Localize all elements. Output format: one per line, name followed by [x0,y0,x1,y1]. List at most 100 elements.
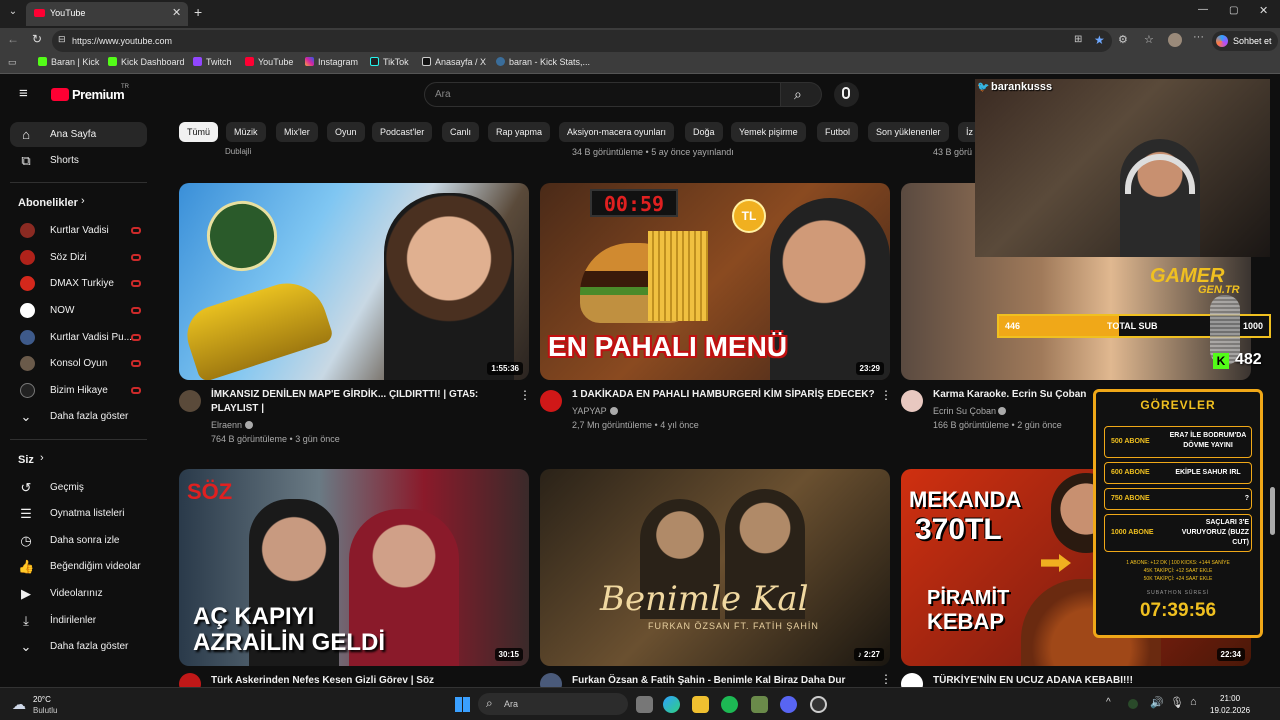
channel-avatar[interactable] [179,390,201,412]
app-available-icon[interactable]: ⊞ [1074,34,1082,45]
taskbar-search[interactable]: ⌕ Ara [478,693,628,715]
extensions-icon[interactable]: ⚙ [1118,33,1128,46]
you-header[interactable]: Siz › [10,448,147,473]
bookmark-kick-dashboard[interactable]: Kick Dashboard [108,57,185,67]
bookmark-kick[interactable]: Baran | Kick [38,57,99,67]
restore-button[interactable]: ▢ [1229,5,1238,16]
sidebar-item-watch-later[interactable]: ◷ Daha sonra izle [10,528,147,553]
tray-icon[interactable] [1128,699,1138,709]
sidebar-item-subscription[interactable]: Konsol Oyun [10,351,147,376]
bookmark-kick-stats[interactable]: baran - Kick Stats,... [496,57,590,67]
microphone-tray-icon[interactable]: 🎙 [1170,696,1184,709]
obs-icon[interactable] [810,696,827,713]
sidebar-item-subscription[interactable]: Kurtlar Vadisi Pu... [10,325,147,350]
tray-chevron-icon[interactable]: ^ [1106,697,1111,708]
search-input[interactable]: Ara [435,89,451,100]
bookmark-instagram[interactable]: Instagram [305,57,358,67]
discord-icon[interactable] [780,696,797,713]
minimize-button[interactable]: — [1198,4,1208,15]
site-info-icon[interactable]: ⊟ [58,34,66,45]
channel-name[interactable]: YAPYAP [572,404,607,418]
chip-recently-uploaded[interactable]: Son yüklenenler [868,122,949,142]
clock-time[interactable]: 21:00 [1220,694,1240,703]
clock-date[interactable]: 19.02.2026 [1210,706,1250,715]
chip-all[interactable]: Tümü [179,122,219,142]
spotify-icon[interactable] [721,696,738,713]
profile-avatar[interactable] [1168,33,1182,47]
chip-nature[interactable]: Doğa [685,122,723,142]
video-title[interactable]: 1 DAKİKADA EN PAHALI HAMBURGERİ KİM SİPA… [572,388,875,402]
close-window-button[interactable]: ✕ [1259,4,1268,17]
video-title[interactable]: TÜRKİYE'NİN EN UCUZ ADANA KEBABI!!! [933,674,1133,687]
search-button[interactable]: ⌕ [781,82,822,107]
channel-avatar[interactable] [901,390,923,412]
hamburger-menu-icon[interactable]: ≡ [19,85,28,102]
bookmark-twitch[interactable]: Twitch [193,57,232,67]
start-button[interactable] [455,697,470,712]
sidebar-item-home[interactable]: ⌂ Ana Sayfa [10,122,147,147]
channel-name[interactable]: Elraenn [211,418,242,432]
scrollbar-thumb[interactable] [1270,487,1275,535]
video-thumbnail[interactable]: SÖZ AÇ KAPIYI AZRAİLİN GELDİ 30:15 [179,469,529,666]
channel-avatar[interactable] [901,673,923,687]
chip-cooking[interactable]: Yemek pişirme [731,122,806,142]
subscriptions-header[interactable]: Abonelikler › [10,191,147,216]
chip-music[interactable]: Müzik [226,122,266,142]
show-more-you[interactable]: ⌄ Daha fazla göster [10,634,147,659]
chip-mixes[interactable]: Mix'ler [276,122,318,142]
chip-action-adventure[interactable]: Aksiyon-macera oyunları [559,122,675,142]
app-icon[interactable] [751,696,768,713]
file-explorer-icon[interactable] [692,696,709,713]
show-more-subscriptions[interactable]: ⌄ Daha fazla göster [10,404,147,429]
sidebar-item-history[interactable]: ↺ Geçmiş [10,475,147,500]
sidebar-item-liked-videos[interactable]: 👍 Beğendiğim videolar [10,554,147,579]
sidebar-item-shorts[interactable]: ⧉ Shorts [10,148,147,173]
back-icon[interactable]: ← [7,32,19,46]
channel-avatar[interactable] [540,673,562,687]
network-icon[interactable]: ⌂ [1190,696,1197,708]
channel-name[interactable]: Ecrin Su Çoban [933,404,996,418]
channel-avatar[interactable] [179,673,201,687]
tab-list-button[interactable]: ⌄ [6,6,20,20]
new-tab-button[interactable]: + [194,4,202,20]
more-menu-icon[interactable]: ··· [1193,31,1204,43]
bookmark-x[interactable]: Anasayfa / X [422,57,486,67]
video-thumbnail[interactable]: Benimle Kal FURKAN ÖZSAN FT. FATİH ŞAHİN… [540,469,890,666]
weather-icon[interactable]: ☁ [12,696,26,713]
copilot-button[interactable]: Sohbet et [1212,31,1278,51]
chip-football[interactable]: Futbol [817,122,859,142]
video-title[interactable]: Türk Askerinden Nefes Kesen Gizli Görev … [211,674,434,687]
bookmark-tiktok[interactable]: TikTok [370,57,409,67]
sidebar-item-subscription[interactable]: DMAX Turkiye [10,271,147,296]
favorites-icon[interactable]: ☆ [1144,33,1154,46]
url-field[interactable]: ⊟ https://www.youtube.com ⊞ ★ [52,30,1112,52]
reading-list-icon[interactable]: ▭ [8,57,17,68]
more-options-icon[interactable]: ⋮ [880,388,892,402]
more-options-icon[interactable]: ⋮ [519,388,531,402]
video-thumbnail[interactable]: 1:55:36 [179,183,529,380]
video-title-line-2[interactable]: PLAYLIST | [211,402,264,416]
edge-icon[interactable] [663,696,680,713]
sidebar-item-your-videos[interactable]: ▶ Videolarınız [10,581,147,606]
voice-search-button[interactable] [834,82,859,107]
chip-live[interactable]: Canlı [442,122,480,142]
chip-rap[interactable]: Rap yapma [488,122,551,142]
chip-podcasts[interactable]: Podcast'ler [372,122,433,142]
favorite-star-icon[interactable]: ★ [1094,33,1105,47]
more-options-icon[interactable]: ⋮ [880,672,892,686]
close-tab-icon[interactable]: ✕ [172,6,181,19]
bookmark-youtube[interactable]: YouTube [245,57,293,67]
chip-gaming[interactable]: Oyun [327,122,365,142]
sidebar-item-subscription[interactable]: Kurtlar Vadisi [10,218,147,243]
search-box[interactable]: Ara [424,82,781,107]
channel-avatar[interactable] [540,390,562,412]
sidebar-item-subscription[interactable]: NOW [10,298,147,323]
sidebar-item-playlists[interactable]: ☰ Oynatma listeleri [10,501,147,526]
sidebar-item-subscription[interactable]: Söz Dizi [10,245,147,270]
sidebar-item-subscription[interactable]: Bizim Hikaye [10,378,147,403]
sidebar-item-downloads[interactable]: ⤓ İndirilenler [10,608,147,633]
video-thumbnail[interactable]: 00:59 TL EN PAHALI MENÜ 23:29 [540,183,890,380]
tab-youtube[interactable]: YouTube ✕ [26,2,188,26]
reload-icon[interactable]: ↻ [32,32,42,46]
video-title[interactable]: Furkan Özsan & Fatih Şahin - Benimle Kal… [572,674,845,687]
